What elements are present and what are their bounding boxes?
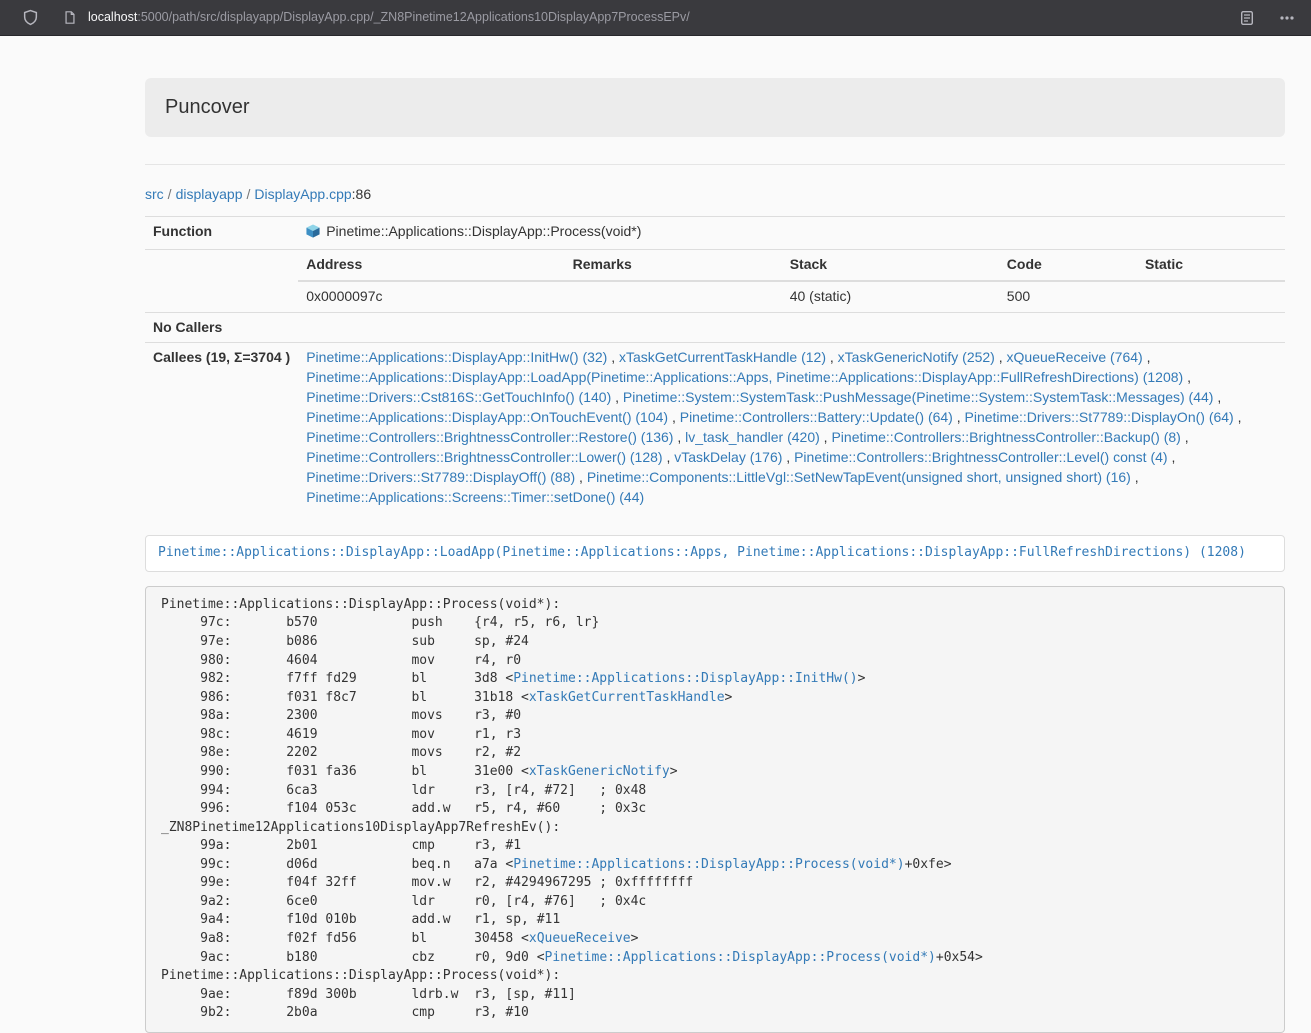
callee-link[interactable]: Pinetime::Applications::Screens::Timer::…: [306, 489, 644, 505]
function-name-cell: Pinetime::Applications::DisplayApp::Proc…: [298, 216, 1285, 249]
callee-link[interactable]: lv_task_handler (420): [685, 429, 820, 445]
table-row: Address Remarks Stack Code Static 0x0000…: [145, 249, 1285, 312]
stats-header-code: Code: [999, 250, 1137, 281]
breadcrumb-file-link[interactable]: DisplayApp.cpp: [254, 186, 351, 202]
code-symbol-link[interactable]: Pinetime::Applications::DisplayApp::Proc…: [513, 857, 904, 872]
table-row: Function Pinetime::Applications::Display…: [145, 216, 1285, 249]
stat-code-value: 500: [999, 281, 1137, 312]
browser-toolbar: localhost:5000/path/src/displayapp/Displ…: [0, 0, 1311, 36]
callees-list: Pinetime::Applications::DisplayApp::Init…: [298, 343, 1285, 513]
stats-value-row: 0x0000097c 40 (static) 500: [298, 281, 1285, 312]
callee-link[interactable]: Pinetime::Applications::DisplayApp::Init…: [306, 349, 607, 365]
callee-link[interactable]: vTaskDelay (176): [674, 449, 782, 465]
page-actions-menu-icon[interactable]: [1273, 4, 1301, 32]
stats-header-remarks: Remarks: [565, 250, 782, 281]
divider: [145, 164, 1285, 165]
symbol-type-icon: [306, 224, 320, 244]
code-symbol-link[interactable]: Pinetime::Applications::DisplayApp::Init…: [513, 671, 857, 686]
empty-label-cell: [145, 249, 298, 312]
app-title: Puncover: [165, 96, 250, 118]
stats-header-address: Address: [298, 250, 564, 281]
breadcrumb-src-link[interactable]: src: [145, 186, 164, 202]
line-number: :86: [352, 186, 371, 202]
reader-mode-icon[interactable]: [1233, 4, 1261, 32]
highlighted-symbol-box: Pinetime::Applications::DisplayApp::Load…: [145, 535, 1285, 572]
code-symbol-link[interactable]: Pinetime::Applications::DisplayApp::Proc…: [545, 950, 936, 965]
stats-cell: Address Remarks Stack Code Static 0x0000…: [298, 249, 1285, 312]
page-info-icon[interactable]: [56, 4, 84, 32]
code-symbol-link[interactable]: xQueueReceive: [529, 931, 631, 946]
stat-address-value: 0x0000097c: [298, 281, 564, 312]
highlighted-symbol-link[interactable]: Pinetime::Applications::DisplayApp::Load…: [158, 545, 1246, 560]
stat-remarks-value: [565, 281, 782, 312]
callee-link[interactable]: xQueueReceive (764): [1007, 349, 1143, 365]
disassembly: Pinetime::Applications::DisplayApp::Proc…: [145, 586, 1285, 1033]
table-row: No Callers: [145, 312, 1285, 343]
url-bar[interactable]: localhost:5000/path/src/displayapp/Displ…: [88, 9, 690, 27]
callee-link[interactable]: xTaskGenericNotify (252): [838, 349, 995, 365]
stats-header-row: Address Remarks Stack Code Static: [298, 250, 1285, 281]
callee-link[interactable]: Pinetime::Controllers::BrightnessControl…: [794, 449, 1167, 465]
url-host: localhost: [88, 10, 137, 24]
function-row-label: Function: [145, 216, 298, 249]
no-callers-cell: [298, 312, 1285, 343]
stats-table: Address Remarks Stack Code Static 0x0000…: [298, 250, 1285, 312]
page-container: Puncover src/displayapp/DisplayApp.cpp:8…: [145, 36, 1285, 1033]
stat-stack-value: 40 (static): [782, 281, 999, 312]
stat-static-value: [1137, 281, 1285, 312]
breadcrumb-displayapp-link[interactable]: displayapp: [176, 186, 243, 202]
stats-header-stack: Stack: [782, 250, 999, 281]
callee-link[interactable]: Pinetime::Drivers::St7789::DisplayOff() …: [306, 469, 575, 485]
callees-label: Callees (19, Σ=3704 ): [145, 343, 298, 513]
code-symbol-link[interactable]: xTaskGetCurrentTaskHandle: [529, 690, 725, 705]
url-path: :5000/path/src/displayapp/DisplayApp.cpp…: [137, 10, 689, 24]
app-header: Puncover: [145, 78, 1285, 137]
callee-link[interactable]: Pinetime::Drivers::Cst816S::GetTouchInfo…: [306, 389, 611, 405]
no-callers-label: No Callers: [145, 312, 298, 343]
breadcrumb-separator: /: [168, 186, 172, 202]
callee-link[interactable]: Pinetime::Controllers::BrightnessControl…: [306, 429, 673, 445]
callee-link[interactable]: Pinetime::Components::LittleVgl::SetNewT…: [587, 469, 1131, 485]
breadcrumb: src/displayapp/DisplayApp.cpp:86: [145, 185, 1285, 205]
code-symbol-link[interactable]: xTaskGenericNotify: [529, 764, 670, 779]
breadcrumb-separator: /: [247, 186, 251, 202]
callee-link[interactable]: Pinetime::Applications::DisplayApp::Load…: [306, 369, 1183, 385]
table-row: Callees (19, Σ=3704 ) Pinetime::Applicat…: [145, 343, 1285, 513]
callee-link[interactable]: Pinetime::Drivers::St7789::DisplayOn() (…: [965, 409, 1234, 425]
callee-link[interactable]: xTaskGetCurrentTaskHandle (12): [619, 349, 826, 365]
callee-link[interactable]: Pinetime::System::SystemTask::PushMessag…: [623, 389, 1214, 405]
callee-link[interactable]: Pinetime::Applications::DisplayApp::OnTo…: [306, 409, 668, 425]
stats-header-static: Static: [1137, 250, 1285, 281]
function-table: Function Pinetime::Applications::Display…: [145, 216, 1285, 514]
callee-link[interactable]: Pinetime::Controllers::Battery::Update()…: [680, 409, 953, 425]
callee-link[interactable]: Pinetime::Controllers::BrightnessControl…: [306, 449, 662, 465]
callee-link[interactable]: Pinetime::Controllers::BrightnessControl…: [831, 429, 1180, 445]
function-name: Pinetime::Applications::DisplayApp::Proc…: [326, 223, 641, 239]
shield-icon[interactable]: [16, 4, 44, 32]
